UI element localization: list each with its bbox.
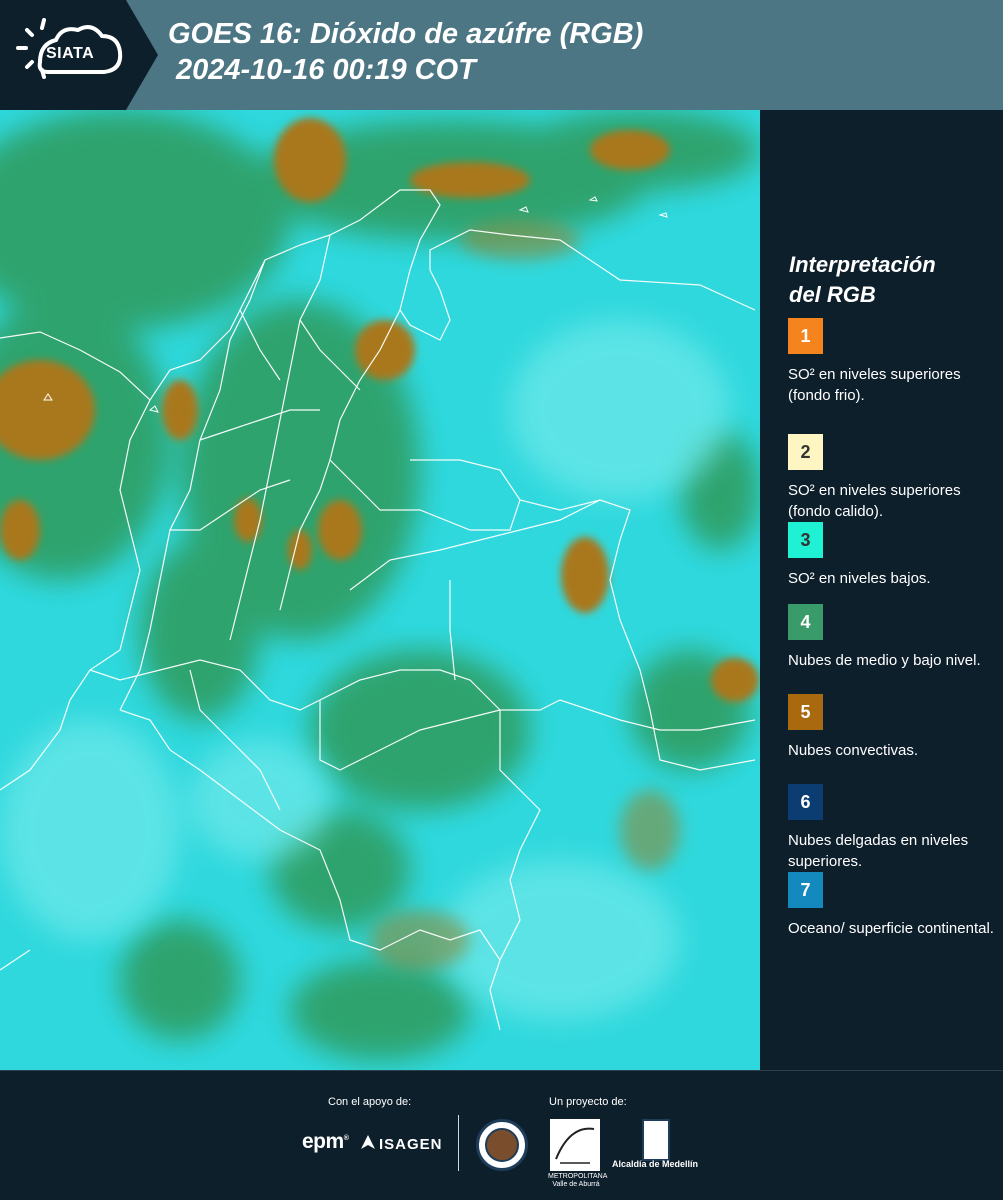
siata-logo-text: SIATA (46, 45, 95, 62)
project-label: Un proyecto de: (549, 1096, 627, 1108)
isagen-mark-icon (360, 1134, 376, 1154)
legend-item: 6 Nubes delgadas en niveles superiores. (788, 784, 998, 872)
footer: Con el apoyo de: Un proyecto de: epm® IS… (0, 1070, 1003, 1200)
page-title: GOES 16: Dióxido de azúfre (RGB) 2024-10… (168, 16, 643, 88)
legend-item: 2 SO² en niveles superiores (fondo calido… (788, 434, 998, 522)
siata-logo: SIATA (0, 0, 158, 110)
medellin-seal-icon (476, 1119, 528, 1171)
legend-swatch: 4 (788, 604, 823, 640)
alcaldia-shield-icon (642, 1119, 670, 1161)
legend-swatch: 6 (788, 784, 823, 820)
isagen-logo-text: ISAGEN (379, 1135, 443, 1153)
legend-item: 7 Oceano/ superficie continental. (788, 872, 998, 939)
legend-swatch: 2 (788, 434, 823, 470)
title-timestamp: 2024-10-16 00:19 COT (176, 54, 476, 86)
legend-description: SO² en niveles bajos. (788, 570, 931, 587)
isagen-logo: ISAGEN (360, 1134, 443, 1154)
legend-swatch: 1 (788, 318, 823, 354)
legend-description: Nubes convectivas. (788, 742, 919, 759)
epm-logo-text: epm (302, 1130, 344, 1153)
epm-logo: epm® (302, 1130, 349, 1153)
legend-swatch: 5 (788, 694, 823, 730)
legend-title-line1: Interpretación (789, 252, 936, 277)
legend-title-line2: del RGB (789, 282, 876, 307)
legend-title: Interpretación del RGB (789, 250, 989, 310)
header-bar: SIATA GOES 16: Dióxido de azúfre (RGB) 2… (0, 0, 1003, 110)
legend-description: Oceano/ superficie continental. (788, 920, 994, 937)
legend-item: 4 Nubes de medio y bajo nivel. (788, 604, 998, 671)
footer-divider (458, 1115, 459, 1171)
legend-panel: Interpretación del RGB 1 SO² en niveles s… (760, 110, 1003, 1070)
legend-swatch: 3 (788, 522, 823, 558)
legend-description: Nubes de medio y bajo nivel. (788, 652, 981, 669)
area-metropolitana-logo (550, 1119, 600, 1171)
legend-item: 1 SO² en niveles superiores (fondo frio). (788, 318, 998, 406)
satellite-map (0, 110, 760, 1070)
legend-swatch: 7 (788, 872, 823, 908)
alcaldia-caption: Alcaldía de Medellín (612, 1159, 699, 1169)
legend-description: Nubes delgadas en niveles superiores. (788, 832, 969, 870)
support-label: Con el apoyo de: (328, 1096, 412, 1108)
legend-item: 5 Nubes convectivas. (788, 694, 998, 761)
legend-item: 3 SO² en niveles bajos. (788, 522, 998, 589)
title-product: GOES 16: Dióxido de azúfre (RGB) (168, 18, 644, 50)
area-metropolitana-caption: METROPOLITANA Valle de Aburrá (548, 1173, 608, 1188)
legend-description: SO² en niveles superiores (fondo calido)… (788, 482, 961, 520)
legend-description: SO² en niveles superiores (fondo frio). (788, 366, 961, 404)
